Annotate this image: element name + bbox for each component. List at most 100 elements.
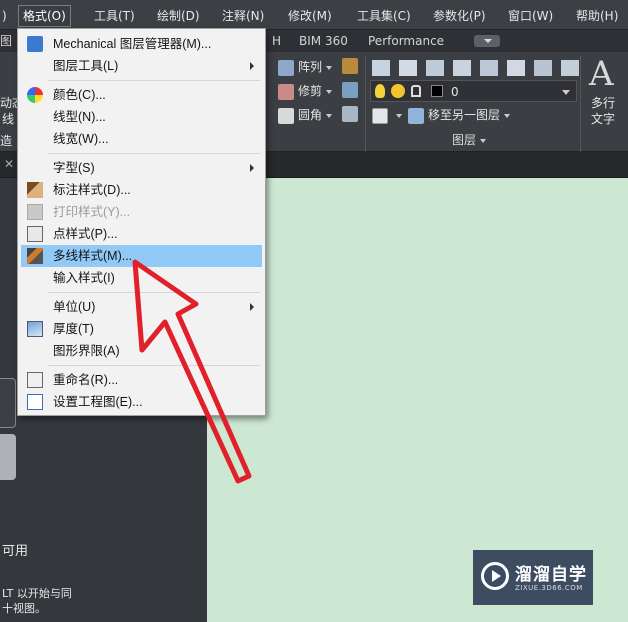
- menu-window[interactable]: 窗口(W): [504, 5, 557, 27]
- menu-item-layer-manager[interactable]: Mechanical 图层管理器(M)...: [21, 33, 262, 55]
- layer-current-icon: [372, 107, 388, 124]
- watermark-subtitle: ZIXUE.3D66.COM: [515, 584, 583, 592]
- layer-isolate-icon[interactable]: [426, 60, 444, 76]
- ribbon-left-fragment-3: 造: [0, 134, 13, 148]
- menu-item-layer-tools[interactable]: 图层工具(L): [21, 55, 262, 77]
- array-button[interactable]: 阵列: [278, 56, 333, 78]
- menu-item-lineweight[interactable]: 线宽(W)...: [21, 128, 262, 150]
- explode-icon[interactable]: [342, 58, 358, 74]
- trim-button[interactable]: 修剪: [278, 80, 333, 102]
- ribbon-options-toggle[interactable]: [474, 35, 500, 47]
- chevron-down-icon: [326, 89, 333, 94]
- trim-icon: [278, 83, 294, 100]
- layer-match-icon[interactable]: [534, 60, 552, 76]
- menu-item-thickness[interactable]: 厚度(T): [21, 318, 262, 340]
- offset-icon[interactable]: [342, 106, 358, 122]
- layer-lock-icon[interactable]: [507, 60, 525, 76]
- layer-manager-icon: [27, 36, 43, 52]
- ribbon-tab-partial[interactable]: 图: [0, 32, 12, 50]
- menu-item-multiline-style[interactable]: 多线样式(M)...: [21, 245, 262, 267]
- layer-make-current-button[interactable]: [372, 104, 402, 126]
- mtext-icon: A: [589, 54, 614, 94]
- unlock-icon: [411, 85, 421, 97]
- tab-bim360[interactable]: BIM 360: [299, 32, 348, 50]
- menu-help[interactable]: 帮助(H): [572, 5, 622, 27]
- watermark-title: 溜溜自学: [515, 565, 587, 585]
- chevron-down-icon: [562, 90, 570, 95]
- menu-parametric[interactable]: 参数化(P): [429, 5, 490, 27]
- chevron-right-icon: [250, 62, 254, 70]
- menu-item-point-style[interactable]: 点样式(P)...: [21, 223, 262, 245]
- hint-line-1: LT 以开始与同: [2, 587, 72, 600]
- menu-separator: [48, 365, 260, 366]
- menu-separator: [48, 80, 260, 81]
- menu-item-linetype[interactable]: 线型(N)...: [21, 106, 262, 128]
- mtext-button[interactable]: A 多行 文字: [585, 54, 625, 130]
- menu-separator: [48, 153, 260, 154]
- menu-format[interactable]: 格式(O): [18, 5, 71, 27]
- palette-slider[interactable]: [0, 434, 16, 480]
- layer-panel-label[interactable]: 图层: [452, 131, 487, 149]
- layer-walk-icon[interactable]: [561, 60, 579, 76]
- chevron-right-icon: [250, 164, 254, 172]
- chevron-down-icon: [504, 113, 511, 118]
- menu-item-import-style[interactable]: 输入样式(I): [21, 267, 262, 289]
- menu-item-text-style[interactable]: 字型(S): [21, 157, 262, 179]
- menu-item-rename[interactable]: 重命名(R)...: [21, 369, 262, 391]
- current-layer-name: 0: [451, 85, 459, 99]
- menu-item-units[interactable]: 单位(U): [21, 296, 262, 318]
- multiline-style-icon: [27, 248, 43, 264]
- ribbon-tab-partial-h[interactable]: H: [272, 32, 281, 50]
- menu-toolsets[interactable]: 工具集(C): [353, 5, 415, 27]
- tab-performance[interactable]: Performance: [368, 32, 444, 50]
- hint-line-2: 十视图。: [2, 602, 46, 615]
- menu-draw[interactable]: 绘制(D): [153, 5, 204, 27]
- menu-tools[interactable]: 工具(T): [90, 5, 139, 27]
- layer-freeze-icon[interactable]: [480, 60, 498, 76]
- layer-state-icon[interactable]: [399, 60, 417, 76]
- lightbulb-icon: [375, 84, 385, 98]
- menu-item-plot-style[interactable]: 打印样式(Y)...: [21, 201, 262, 223]
- menu-item-drawing-limits[interactable]: 图形界限(A): [21, 340, 262, 362]
- ribbon-separator: [580, 56, 581, 152]
- close-icon[interactable]: ✕: [4, 157, 14, 171]
- thickness-icon: [27, 321, 43, 337]
- layer-off-icon[interactable]: [453, 60, 471, 76]
- fillet-icon: [278, 107, 294, 124]
- menu-modify[interactable]: 修改(M): [284, 5, 336, 27]
- ribbon-separator: [365, 56, 366, 152]
- dimension-style-icon: [27, 182, 43, 198]
- play-logo-icon: [481, 562, 509, 590]
- color-wheel-icon: [27, 87, 43, 103]
- menu-separator: [48, 292, 260, 293]
- menu-item-dimension-style[interactable]: 标注样式(D)...: [21, 179, 262, 201]
- array-icon: [278, 59, 294, 76]
- layer-color-swatch: [431, 85, 443, 97]
- layer-dropdown[interactable]: 0: [370, 80, 577, 102]
- drawing-setup-icon: [27, 394, 43, 410]
- plot-style-icon: [27, 204, 43, 220]
- sun-icon: [391, 84, 405, 98]
- chevron-down-icon: [326, 113, 333, 118]
- menu-bar: ) 格式(O) 工具(T) 绘制(D) 注释(N) 修改(M) 工具集(C) 参…: [0, 0, 628, 30]
- chevron-right-icon: [250, 303, 254, 311]
- menu-item-color[interactable]: 颜色(C)...: [21, 84, 262, 106]
- menu-annotate[interactable]: 注释(N): [218, 5, 268, 27]
- layer-properties-icon[interactable]: [372, 60, 390, 76]
- chevron-down-icon: [326, 65, 333, 70]
- chevron-down-icon: [480, 138, 487, 143]
- fillet-button[interactable]: 圆角: [278, 104, 333, 126]
- move-to-layer-button[interactable]: 移至另一图层: [408, 104, 511, 126]
- menu-partial-item[interactable]: ): [0, 5, 11, 27]
- palette-button[interactable]: [0, 378, 16, 428]
- available-text: 可用: [2, 544, 29, 559]
- rename-icon: [27, 372, 43, 388]
- move-to-layer-icon: [408, 107, 424, 124]
- stretch-icon[interactable]: [342, 82, 358, 98]
- point-style-icon: [27, 226, 43, 242]
- chevron-down-icon: [396, 113, 402, 118]
- menu-item-drawing-setup[interactable]: 设置工程图(E)...: [21, 391, 262, 413]
- watermark: 溜溜自学 ZIXUE.3D66.COM: [473, 550, 593, 605]
- ribbon-left-fragment-2: 线: [2, 112, 15, 126]
- format-menu-dropdown: Mechanical 图层管理器(M)... 图层工具(L) 颜色(C)... …: [17, 28, 266, 416]
